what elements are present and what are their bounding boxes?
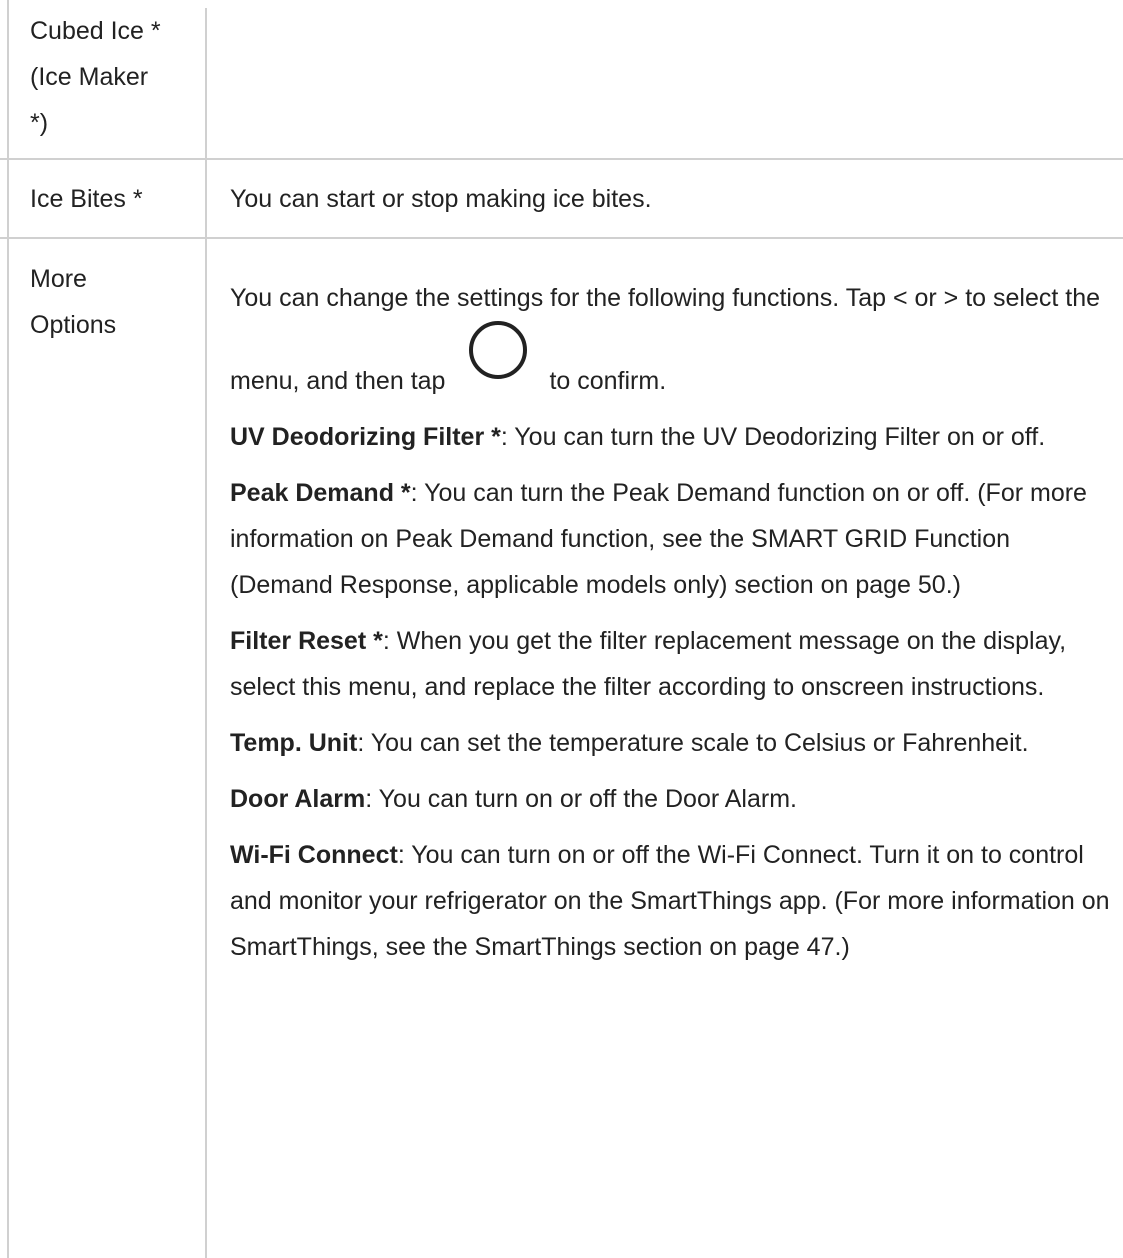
intro-text-after: to confirm. — [549, 367, 667, 395]
row-divider-1 — [0, 158, 1123, 160]
option-text: : You can turn on or off the Door Alarm. — [365, 785, 797, 813]
description-text: You can start or stop making ice bites. — [230, 185, 652, 213]
table-column-divider — [205, 8, 207, 1258]
option-item: Temp. Unit: You can set the temperature … — [230, 720, 1110, 766]
row-label-more-options: More Options — [30, 256, 200, 348]
option-term: Peak Demand * — [230, 479, 411, 507]
option-item: Filter Reset *: When you get the filter … — [230, 618, 1110, 710]
option-term: Temp. Unit — [230, 729, 358, 757]
label-line: *) — [30, 109, 49, 137]
option-item: Door Alarm: You can turn on or off the D… — [230, 776, 1110, 822]
option-item: UV Deodorizing Filter *: You can turn th… — [230, 414, 1110, 460]
label-line: (Ice Maker — [30, 63, 149, 91]
option-text: : You can set the temperature scale to C… — [357, 729, 1029, 757]
circle-icon — [469, 321, 528, 379]
option-term: Door Alarm — [230, 785, 366, 813]
option-item: Wi-Fi Connect: You can turn on or off th… — [230, 832, 1110, 970]
row-divider-2 — [0, 237, 1123, 239]
label-line: Cubed Ice * — [30, 17, 161, 45]
row-description-ice-bites: You can start or stop making ice bites. — [230, 176, 1110, 222]
options-intro: You can change the settings for the foll… — [230, 275, 1110, 404]
row-label-cubed-ice: Cubed Ice * (Ice Maker *) — [30, 8, 200, 146]
option-term: Wi-Fi Connect — [230, 841, 398, 869]
option-term: Filter Reset * — [230, 627, 383, 655]
label-line: Ice Bites * — [30, 185, 143, 213]
row-description-more-options: You can change the settings for the foll… — [230, 275, 1110, 970]
option-item: Peak Demand *: You can turn the Peak Dem… — [230, 470, 1110, 608]
option-text: : You can turn the UV Deodorizing Filter… — [500, 423, 1046, 451]
label-line: Options — [30, 311, 117, 339]
label-line: More — [30, 265, 87, 293]
row-label-ice-bites: Ice Bites * — [30, 176, 200, 222]
table-left-border — [7, 0, 9, 1258]
option-term: UV Deodorizing Filter * — [230, 423, 501, 451]
